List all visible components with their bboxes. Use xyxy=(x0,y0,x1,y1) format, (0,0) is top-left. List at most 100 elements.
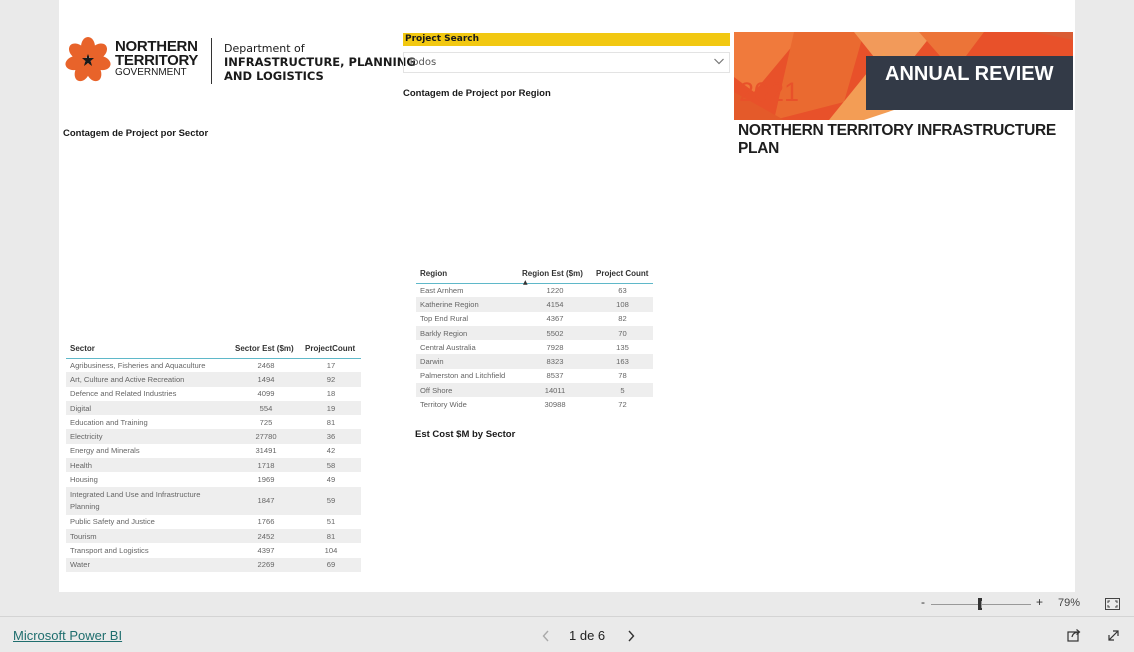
row-value-cell: 92 xyxy=(301,372,361,387)
row-label-cell: Central Australia xyxy=(416,340,518,355)
table-row[interactable]: Digital 554 19 xyxy=(66,400,361,416)
share-icon[interactable] xyxy=(1067,628,1081,642)
logo-divider xyxy=(211,38,212,84)
table-row[interactable]: Energy and Minerals 31491 42 xyxy=(66,443,361,459)
column-header-sector-est[interactable]: Sector Est ($m) xyxy=(231,340,301,358)
row-label-cell: Barkly Region xyxy=(416,325,518,341)
table-row[interactable]: Tourism 2452 81 xyxy=(66,528,361,544)
department-name: Department of INFRASTRUCTURE, PLANNING A… xyxy=(224,42,416,83)
region-table: Region Region Est ($m) Project Count Eas… xyxy=(416,265,653,412)
row-value-cell: 8323 xyxy=(518,354,592,369)
column-header-project-count[interactable]: Project Count xyxy=(592,265,653,283)
column-header-region[interactable]: Region xyxy=(416,265,518,283)
dept-line2: INFRASTRUCTURE, PLANNING xyxy=(224,55,416,69)
previous-page-icon[interactable] xyxy=(542,630,550,642)
table-row[interactable]: Housing 1969 49 xyxy=(66,472,361,487)
table-row[interactable]: Off Shore 14011 5 xyxy=(416,383,653,398)
row-value-cell: 72 xyxy=(592,397,653,412)
row-value-cell: 4367 xyxy=(518,311,592,326)
row-value-cell: 30988 xyxy=(518,397,592,412)
row-value-cell: 7928 xyxy=(518,340,592,355)
sector-table: Sector Sector Est ($m) ProjectCount Agri… xyxy=(66,340,361,572)
table-row[interactable]: Art, Culture and Active Recreation 1494 92 xyxy=(66,372,361,387)
row-value-cell: 1220 xyxy=(518,283,592,298)
row-label-cell: Darwin xyxy=(416,354,518,369)
row-label-cell: Transport and Logistics xyxy=(66,543,231,558)
table-row[interactable]: Top End Rural 4367 82 xyxy=(416,311,653,326)
row-label-cell: Top End Rural xyxy=(416,311,518,326)
est-cost-chart-title: Est Cost $M by Sector xyxy=(415,429,516,440)
table-row[interactable]: Education and Training 725 81 xyxy=(66,415,361,430)
row-value-cell: 49 xyxy=(301,472,361,487)
row-value-cell: 2269 xyxy=(231,557,301,572)
row-value-cell: 1494 xyxy=(231,372,301,387)
row-value-cell: 2452 xyxy=(231,528,301,544)
row-value-cell: 4397 xyxy=(231,543,301,558)
zoom-slider-tick xyxy=(981,601,982,608)
row-label-cell: Palmerston and Litchfield xyxy=(416,368,518,384)
pagination: 1 de 6 xyxy=(540,627,640,645)
row-value-cell: 36 xyxy=(301,429,361,444)
table-row[interactable]: Water 2269 69 xyxy=(66,557,361,572)
column-header-region-est[interactable]: Region Est ($m) xyxy=(518,265,592,283)
row-value-cell: 5502 xyxy=(518,325,592,341)
zoom-level: 79% xyxy=(1058,597,1081,609)
row-value-cell: 81 xyxy=(301,528,361,544)
row-value-cell: 19 xyxy=(301,400,361,416)
report-canvas: NORTHERN TERRITORY GOVERNMENT Department… xyxy=(59,0,1075,592)
row-value-cell: 4154 xyxy=(518,297,592,312)
row-value-cell: 1847 xyxy=(231,486,301,515)
row-label-cell: Katherine Region xyxy=(416,297,518,312)
row-value-cell: 63 xyxy=(592,283,653,298)
next-page-icon[interactable] xyxy=(627,630,635,642)
row-label-cell: Art, Culture and Active Recreation xyxy=(66,372,231,387)
row-value-cell: 82 xyxy=(592,311,653,326)
table-row[interactable]: Central Australia 7928 135 xyxy=(416,340,653,355)
row-value-cell: 51 xyxy=(301,514,361,529)
row-label-cell: Public Safety and Justice xyxy=(66,514,231,529)
table-row[interactable]: Palmerston and Litchfield 8537 78 xyxy=(416,368,653,384)
row-value-cell: 14011 xyxy=(518,383,592,398)
table-row[interactable]: Agribusiness, Fisheries and Aquaculture 2… xyxy=(66,358,361,373)
row-value-cell: 18 xyxy=(301,386,361,401)
column-header-projectcount[interactable]: ProjectCount xyxy=(301,340,361,358)
page-indicator: 1 de 6 xyxy=(569,628,606,643)
column-header-sector[interactable]: Sector xyxy=(66,340,231,358)
row-label-cell: Integrated Land Use and Infrastructure P… xyxy=(66,486,231,515)
row-value-cell: 70 xyxy=(592,325,653,341)
ntg-wordmark-line2: TERRITORY xyxy=(115,52,199,69)
row-label-cell: Tourism xyxy=(66,528,231,544)
project-search-dropdown[interactable]: Todos xyxy=(403,52,730,73)
fullscreen-icon[interactable] xyxy=(1107,629,1120,642)
banner-year: 2021 xyxy=(739,77,800,107)
powerbi-link[interactable]: Microsoft Power BI xyxy=(13,628,122,643)
row-value-cell: 5 xyxy=(592,383,653,398)
chevron-down-icon xyxy=(714,58,724,65)
sector-count-chart-title: Contagem de Project por Sector xyxy=(63,128,209,139)
table-row[interactable]: Health 1718 58 xyxy=(66,458,361,473)
table-row[interactable]: East Arnhem 1220 63 xyxy=(416,283,653,298)
row-value-cell: 1969 xyxy=(231,472,301,487)
row-value-cell: 135 xyxy=(592,340,653,355)
table-row[interactable]: Darwin 8323 163 xyxy=(416,354,653,369)
zoom-in-button[interactable]: + xyxy=(1036,595,1043,609)
table-header-row: Sector Sector Est ($m) ProjectCount xyxy=(66,340,361,358)
table-row[interactable]: Electricity 27780 36 xyxy=(66,429,361,444)
fit-to-page-icon[interactable] xyxy=(1105,598,1120,610)
table-row[interactable]: Integrated Land Use and Infrastructure P… xyxy=(66,486,361,515)
row-value-cell: 69 xyxy=(301,557,361,572)
row-value-cell: 725 xyxy=(231,415,301,430)
zoom-out-button[interactable]: - xyxy=(921,595,925,609)
table-row[interactable]: Public Safety and Justice 1766 51 xyxy=(66,514,361,529)
region-count-chart-title: Contagem de Project por Region xyxy=(403,88,551,99)
table-row[interactable]: Transport and Logistics 4397 104 xyxy=(66,543,361,558)
table-row[interactable]: Barkly Region 5502 70 xyxy=(416,325,653,341)
table-row[interactable]: Territory Wide 30988 72 xyxy=(416,397,653,412)
zoom-bar: - + 79% xyxy=(0,592,1134,616)
table-row[interactable]: Defence and Related Industries 4099 18 xyxy=(66,386,361,401)
row-value-cell: 554 xyxy=(231,400,301,416)
row-label-cell: Energy and Minerals xyxy=(66,443,231,459)
row-value-cell: 17 xyxy=(301,358,361,373)
dept-line3: AND LOGISTICS xyxy=(224,69,324,83)
table-row[interactable]: Katherine Region 4154 108 xyxy=(416,297,653,312)
